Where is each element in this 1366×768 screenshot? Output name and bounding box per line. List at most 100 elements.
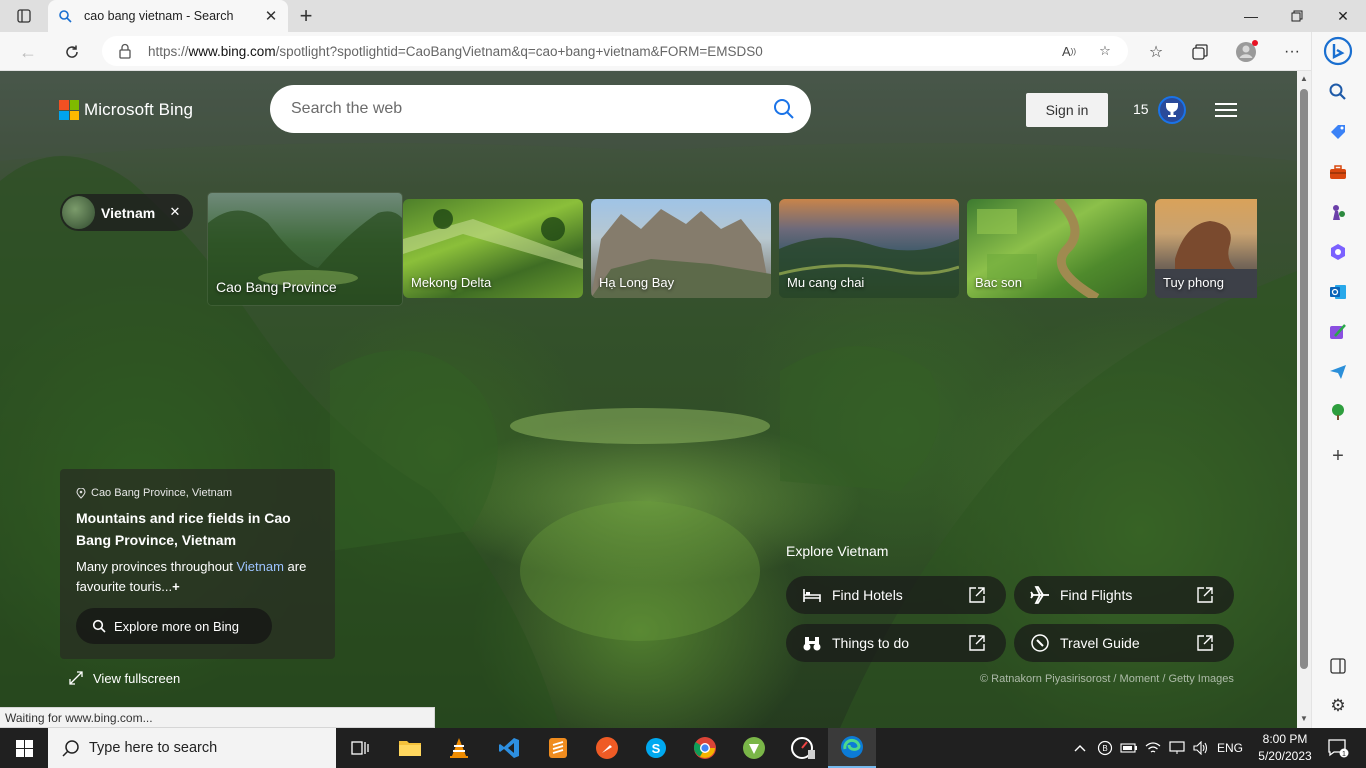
carousel-card-tuy-phong[interactable]: Tuy phong (1155, 199, 1257, 298)
scroll-up-icon[interactable]: ▲ (1300, 74, 1308, 83)
vlc-button[interactable] (435, 728, 483, 768)
tray-app-icon: B (1097, 740, 1113, 756)
bing-chat-button[interactable] (1323, 36, 1353, 66)
skype-button[interactable]: S (632, 728, 680, 768)
rewards-trophy-icon[interactable] (1157, 95, 1187, 125)
sidebar-games-button[interactable] (1326, 200, 1350, 224)
sublime-button[interactable] (534, 728, 582, 768)
explore-more-button[interactable]: Explore more on Bing (76, 608, 272, 644)
expand-more-button[interactable]: + (172, 579, 180, 594)
input-language[interactable]: ENG (1214, 728, 1246, 768)
display-button[interactable] (1166, 728, 1188, 768)
edge-icon (841, 736, 863, 758)
restore-button[interactable] (1274, 0, 1320, 32)
things-to-do-button[interactable]: Things to do (786, 624, 1006, 662)
sidebar-add-button[interactable]: + (1326, 444, 1350, 468)
carousel-card-halong[interactable]: Hạ Long Bay (591, 199, 771, 298)
view-fullscreen-button[interactable]: View fullscreen (68, 670, 180, 686)
spotlight-info-panel: Cao Bang Province, Vietnam Mountains and… (60, 469, 335, 659)
scroll-down-icon[interactable]: ▼ (1300, 714, 1308, 723)
monitor-app-button[interactable] (779, 728, 827, 768)
back-button[interactable]: ← (14, 38, 42, 66)
scrollbar-thumb[interactable] (1300, 89, 1308, 669)
browser-tab[interactable]: cao bang vietnam - Search ✕ (48, 0, 288, 32)
url-field[interactable]: https://www.bing.com/spotlight?spotlight… (102, 36, 1128, 66)
find-flights-button[interactable]: Find Flights (1014, 576, 1234, 614)
carousel-card-label: Cao Bang Province (216, 279, 337, 295)
vietnam-link[interactable]: Vietnam (236, 559, 283, 574)
restore-icon (1291, 10, 1303, 22)
search-input[interactable]: Search the web (270, 85, 811, 133)
add-favorite-icon[interactable]: ☆ (1094, 41, 1116, 61)
search-icon (92, 619, 106, 633)
sidebar-tree-button[interactable] (1326, 400, 1350, 424)
tab-actions-button[interactable] (10, 6, 38, 26)
page-scrollbar[interactable]: ▲ ▼ (1297, 71, 1311, 728)
speaker-icon (1193, 741, 1208, 755)
task-view-button[interactable] (336, 728, 384, 768)
vscode-button[interactable] (485, 728, 533, 768)
carousel-card-mu-cang-chai[interactable]: Mu cang chai (779, 199, 959, 298)
profile-avatar-icon (1236, 40, 1258, 62)
taskbar-search-placeholder: Type here to search (89, 740, 218, 756)
new-tab-button[interactable]: + (294, 3, 318, 28)
favorites-button[interactable]: ☆ (1142, 38, 1170, 66)
image-credit[interactable]: © Ratnakorn Piyasirisorost / Moment / Ge… (980, 673, 1234, 685)
tray-app-button[interactable]: B (1094, 728, 1116, 768)
menu-hamburger-icon[interactable] (1215, 102, 1237, 118)
location-text: Cao Bang Province, Vietnam (91, 487, 233, 499)
wifi-icon (1145, 742, 1161, 753)
sign-in-button[interactable]: Sign in (1026, 93, 1108, 127)
notifications-button[interactable]: 1 (1318, 728, 1358, 768)
file-explorer-button[interactable] (386, 728, 434, 768)
sidebar-designer-button[interactable] (1326, 320, 1350, 344)
sidebar-hide-button[interactable] (1326, 654, 1350, 678)
shopping-tag-icon (1331, 125, 1345, 139)
settings-more-button[interactable]: ··· (1278, 38, 1306, 66)
topic-chip-vietnam[interactable]: Vietnam ✕ (60, 194, 193, 231)
task-view-icon (351, 741, 369, 755)
collections-button[interactable] (1186, 38, 1214, 66)
tree-icon (1332, 404, 1344, 420)
green-app-button[interactable] (730, 728, 778, 768)
search-icon[interactable] (773, 98, 795, 120)
carousel-card-cao-bang[interactable]: Cao Bang Province (208, 193, 402, 305)
sidebar-search-button[interactable] (1326, 80, 1350, 104)
sidebar-shopping-button[interactable] (1326, 120, 1350, 144)
carousel-card-bac-son[interactable]: Bac son (967, 199, 1147, 298)
url-path: /spotlight?spotlightid=CaoBangVietnam&q=… (275, 43, 763, 59)
show-hidden-icons-button[interactable] (1070, 728, 1090, 768)
sidebar-settings-button[interactable]: ⚙ (1326, 694, 1350, 718)
sidebar-tools-button[interactable] (1326, 160, 1350, 184)
display-icon (1169, 741, 1185, 754)
explore-more-label: Explore more on Bing (114, 618, 240, 634)
sidebar-outlook-button[interactable] (1326, 280, 1350, 304)
start-button[interactable] (0, 728, 48, 768)
close-window-button[interactable]: ✕ (1320, 0, 1366, 32)
collections-icon (1192, 44, 1208, 60)
sidebar-office-button[interactable] (1326, 240, 1350, 264)
chrome-button[interactable] (681, 728, 729, 768)
network-button[interactable] (1142, 728, 1164, 768)
notification-icon: 1 (1328, 739, 1349, 758)
tab-close-icon[interactable]: ✕ (264, 7, 278, 25)
find-hotels-button[interactable]: Find Hotels (786, 576, 1006, 614)
taskbar-clock[interactable]: 8:00 PM 5/20/2023 (1252, 731, 1318, 765)
minimize-button[interactable]: — (1228, 0, 1274, 32)
refresh-button[interactable] (58, 38, 86, 66)
taskbar-search-input[interactable]: Type here to search (48, 728, 336, 768)
bing-logo[interactable]: Microsoft Bing (59, 100, 193, 120)
volume-button[interactable] (1190, 728, 1212, 768)
battery-button[interactable] (1118, 728, 1140, 768)
close-topic-icon[interactable]: ✕ (167, 204, 183, 220)
travel-guide-button[interactable]: Travel Guide (1014, 624, 1234, 662)
url-prefix: https:// (148, 43, 189, 59)
edge-taskbar-button[interactable] (828, 728, 876, 768)
read-aloud-icon[interactable]: A)) (1058, 41, 1080, 61)
carousel-card-mekong[interactable]: Mekong Delta (403, 199, 583, 298)
spotlight-headline[interactable]: Mountains and rice fields in Cao Bang Pr… (76, 507, 326, 551)
sidebar-send-button[interactable] (1326, 360, 1350, 384)
refresh-icon (66, 45, 78, 58)
postman-button[interactable] (583, 728, 631, 768)
profile-button[interactable] (1232, 38, 1260, 66)
